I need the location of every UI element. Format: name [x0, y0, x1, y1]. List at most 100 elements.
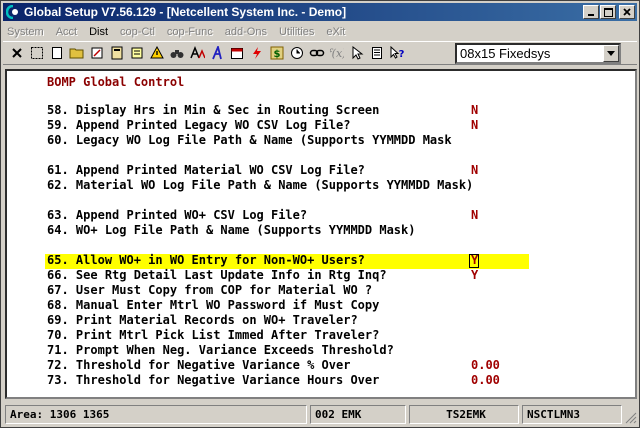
terminal-screen[interactable]: BOMP Global Control 58. Display Hrs in M…	[5, 69, 637, 399]
font-select[interactable]: 08x15 Fixedsys	[455, 43, 621, 64]
setting-value[interactable]: N	[471, 163, 478, 178]
menu-system[interactable]: System	[7, 26, 44, 38]
select-icon[interactable]	[27, 44, 46, 63]
setting-row[interactable]: 72. Threshold for Negative Variance % Ov…	[47, 358, 350, 373]
setting-number: 66.	[47, 268, 69, 282]
setting-number: 67.	[47, 283, 69, 297]
setting-label: Prompt When Neg. Variance Exceeds Thresh…	[75, 343, 394, 357]
setting-row[interactable]: 64. WO+ Log File Path & Name (Supports Y…	[47, 223, 415, 238]
menu-exit[interactable]: eXit	[326, 26, 345, 38]
setting-number: 69.	[47, 313, 69, 327]
new-document-icon[interactable]	[47, 44, 66, 63]
setting-number: 65.	[47, 253, 69, 267]
resize-grip-icon[interactable]	[625, 412, 637, 424]
setting-row[interactable]: 65. Allow WO+ in WO Entry for Non-WO+ Us…	[47, 253, 365, 268]
status-bar: Area: 1306 1365 002 EMK TS2EMK NSCTLMN3	[5, 405, 637, 424]
menu-utilities[interactable]: Utilities	[279, 26, 314, 38]
setting-label: Print Material Records on WO+ Traveler?	[75, 313, 358, 327]
setting-row[interactable]: 60. Legacy WO Log File Path & Name (Supp…	[47, 133, 452, 148]
font-select-value: 08x15 Fixedsys	[460, 46, 551, 61]
status-company: 002 EMK	[310, 405, 406, 424]
menu-bar: System Acct Dist cop-Ctl cop-Func add-On…	[3, 23, 637, 41]
setting-label: Legacy WO Log File Path & Name (Supports…	[75, 133, 452, 147]
setting-label: See Rtg Detail Last Update Info in Rtg I…	[75, 268, 387, 282]
setting-label: Print Mtrl Pick List Immed After Travele…	[75, 328, 380, 342]
setting-label: Manual Enter Mtrl WO Password if Must Co…	[75, 298, 380, 312]
setting-label: User Must Copy from COP for Material WO …	[75, 283, 373, 297]
setting-number: 58.	[47, 103, 69, 117]
setting-value[interactable]: N	[471, 118, 478, 133]
setting-label: Material WO Log File Path & Name (Suppor…	[75, 178, 474, 192]
setting-number: 59.	[47, 118, 69, 132]
clock-icon[interactable]	[287, 44, 306, 63]
setting-label: Threshold for Negative Variance % Over	[75, 358, 351, 372]
setting-row[interactable]: 61. Append Printed Material WO CSV Log F…	[47, 163, 365, 178]
note-icon[interactable]	[127, 44, 146, 63]
setting-row[interactable]: 63. Append Printed WO+ CSV Log File?	[47, 208, 307, 223]
calculator-icon[interactable]	[107, 44, 126, 63]
setting-number: 61.	[47, 163, 69, 177]
setting-value[interactable]: Y	[471, 268, 478, 283]
document-icon[interactable]	[367, 44, 386, 63]
menu-cop-ctl[interactable]: cop-Ctl	[120, 26, 155, 38]
font-icon[interactable]	[187, 44, 206, 63]
toolbar: $ f(x) ? 08x15 Fixedsys	[3, 41, 637, 65]
menu-add-ons[interactable]: add-Ons	[225, 26, 267, 38]
setting-row[interactable]: 68. Manual Enter Mtrl WO Password if Mus…	[47, 298, 379, 313]
help-icon[interactable]: ?	[387, 44, 406, 63]
setting-row[interactable]: 69. Print Material Records on WO+ Travel…	[47, 313, 358, 328]
setting-row[interactable]: 73. Threshold for Negative Variance Hour…	[47, 373, 379, 388]
link-icon[interactable]	[307, 44, 326, 63]
open-folder-icon[interactable]	[67, 44, 86, 63]
setting-row[interactable]: 59. Append Printed Legacy WO CSV Log Fil…	[47, 118, 350, 133]
title-bar[interactable]: Global Setup V7.56.129 - [Netcellent Sys…	[3, 3, 637, 21]
text-cursor	[469, 254, 479, 268]
setting-number: 71.	[47, 343, 69, 357]
menu-acct[interactable]: Acct	[56, 26, 77, 38]
setting-label: Append Printed Legacy WO CSV Log File?	[75, 118, 351, 132]
svg-text:?: ?	[398, 49, 404, 60]
setting-value[interactable]: 0.00	[471, 373, 500, 388]
warning-icon[interactable]	[147, 44, 166, 63]
setting-row[interactable]: 62. Material WO Log File Path & Name (Su…	[47, 178, 473, 193]
setting-label: Append Printed Material WO CSV Log File?	[75, 163, 365, 177]
status-user: TS2EMK	[409, 405, 519, 424]
setting-label: Display Hrs in Min & Sec in Routing Scre…	[75, 103, 380, 117]
run-icon[interactable]: f(x)	[327, 44, 346, 63]
setting-number: 73.	[47, 373, 69, 387]
setting-row[interactable]: 70. Print Mtrl Pick List Immed After Tra…	[47, 328, 379, 343]
font-style-icon[interactable]	[207, 44, 226, 63]
pointer-icon[interactable]	[347, 44, 366, 63]
svg-text:f(x): f(x)	[330, 47, 344, 60]
setting-label: Append Printed WO+ CSV Log File?	[75, 208, 308, 222]
setting-value[interactable]: N	[471, 103, 478, 118]
setting-number: 63.	[47, 208, 69, 222]
menu-dist[interactable]: Dist	[89, 26, 108, 38]
setting-value[interactable]: N	[471, 208, 478, 223]
setting-row[interactable]: 67. User Must Copy from COP for Material…	[47, 283, 372, 298]
close-x-icon[interactable]	[7, 44, 26, 63]
setting-row[interactable]: 66. See Rtg Detail Last Update Info in R…	[47, 268, 387, 283]
calendar-icon[interactable]	[227, 44, 246, 63]
setting-row[interactable]: 58. Display Hrs in Min & Sec in Routing …	[47, 103, 379, 118]
status-area: Area: 1306 1365	[5, 405, 307, 424]
setting-label: Allow WO+ in WO Entry for Non-WO+ Users?	[75, 253, 365, 267]
setting-row[interactable]: 71. Prompt When Neg. Variance Exceeds Th…	[47, 343, 394, 358]
setting-label: WO+ Log File Path & Name (Supports YYMMD…	[75, 223, 416, 237]
setting-value[interactable]: 0.00	[471, 358, 500, 373]
binoculars-icon[interactable]	[167, 44, 186, 63]
screen-title: BOMP Global Control	[47, 75, 185, 89]
setting-number: 72.	[47, 358, 69, 372]
dollar-icon[interactable]: $	[267, 44, 286, 63]
maximize-button[interactable]	[600, 5, 616, 19]
chevron-down-icon[interactable]	[603, 45, 619, 62]
menu-cop-func[interactable]: cop-Func	[167, 26, 213, 38]
edit-icon[interactable]	[87, 44, 106, 63]
setting-number: 68.	[47, 298, 69, 312]
app-logo-icon	[5, 4, 21, 20]
app-window: Global Setup V7.56.129 - [Netcellent Sys…	[0, 0, 640, 428]
setting-number: 70.	[47, 328, 69, 342]
close-button[interactable]	[619, 5, 635, 19]
lightning-icon[interactable]	[247, 44, 266, 63]
minimize-button[interactable]	[583, 5, 599, 19]
